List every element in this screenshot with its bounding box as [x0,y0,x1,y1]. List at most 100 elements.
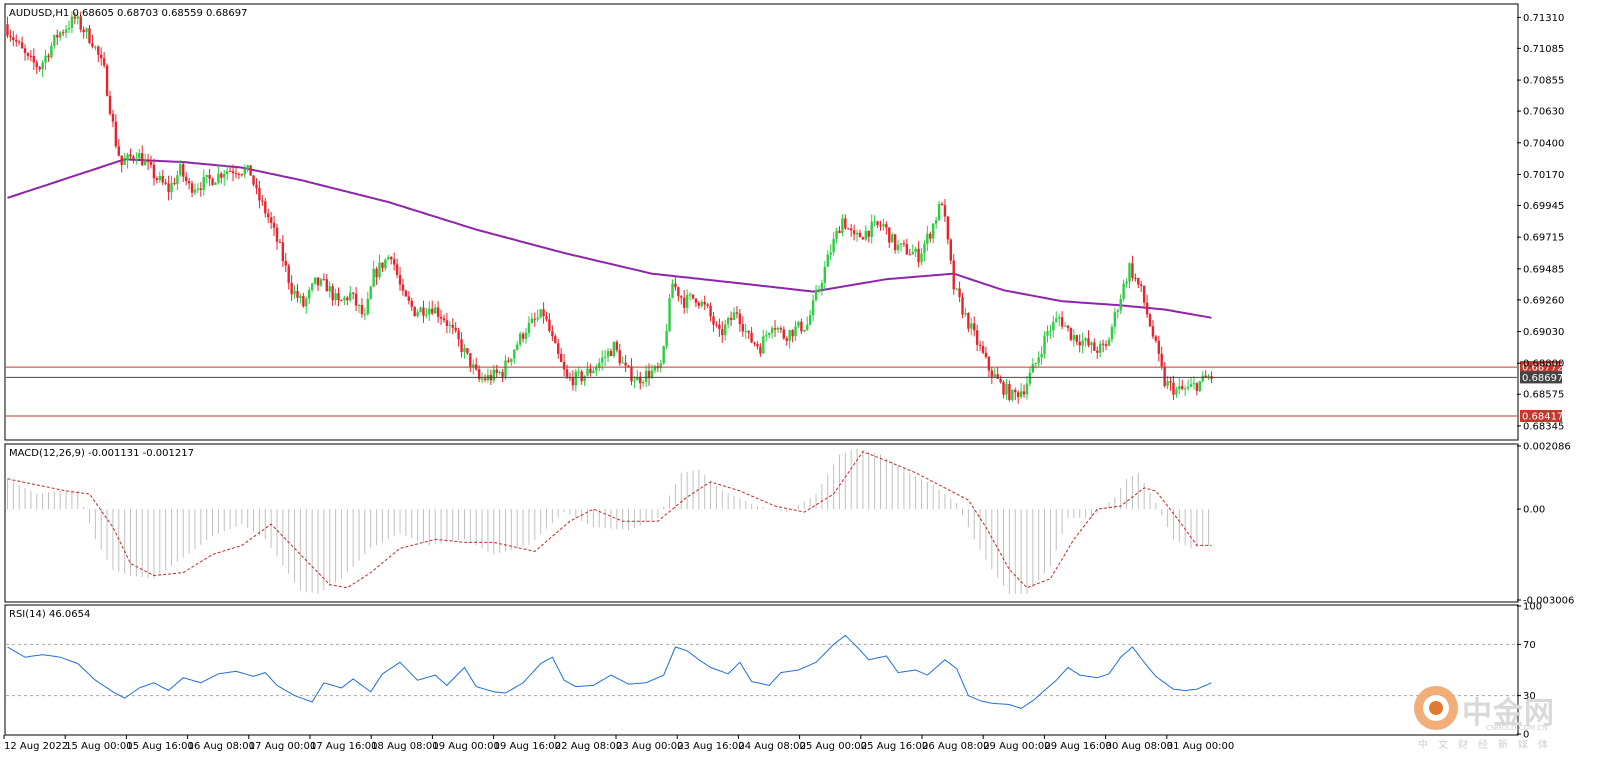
candle-body [1087,338,1090,346]
candle-body [164,182,167,184]
candle-body [143,160,147,166]
candle-body [67,27,71,30]
time-tick-label: 12 Aug 2022 [4,741,68,752]
candle-body [510,358,513,362]
candle-body [600,357,604,363]
candle-body [668,298,671,332]
candle-body [53,34,56,46]
candle-body [1037,357,1040,363]
candle-body [747,330,750,333]
candle-body [1096,350,1099,353]
candle-body [688,294,692,296]
candle-body [316,277,320,286]
time-tick-label: 17 Aug 00:00 [249,741,316,752]
candle-body [328,286,331,292]
candle-body [483,378,487,380]
candle-body [1063,325,1067,327]
time-tick-label: 16 Aug 08:00 [188,741,255,752]
candle-body [1151,326,1155,337]
candle-body [554,336,557,344]
candle-body [404,290,408,297]
candle-body [146,160,150,162]
candle-body [463,348,466,353]
candle-body [287,265,290,283]
watermark-subtitle: 中文财经新媒体 [1418,740,1558,751]
candle-body [709,305,712,317]
candle-body [114,121,118,147]
candle-body [349,292,352,301]
candle-body [366,298,370,315]
candle-body [272,222,276,228]
candle-body [480,378,484,380]
candle-body [357,305,361,307]
candle-body [882,224,885,227]
candle-body [1142,285,1146,303]
candle-body [1134,277,1137,279]
watermark-site: CNGOLD.COM.CN [1486,724,1548,732]
candle-body [205,175,208,178]
candle-body [1198,381,1202,391]
candle-body [413,306,416,317]
candle-body [1093,342,1096,351]
candle-body [1011,390,1014,400]
candle-body [1122,283,1125,299]
time-tick-label: 30 Aug 08:00 [1106,741,1173,752]
candle-body [375,268,378,278]
candle-body [680,296,683,298]
candle-body [428,308,431,315]
chart-canvas: 0.687720.686970.68417 0.713100.710850.70… [3,3,1574,752]
candle-body [9,35,12,38]
candle-body [835,230,838,240]
price-tick-label: 0.70630 [1523,107,1564,118]
candle-body [1072,335,1076,340]
candle-body [513,349,516,359]
candle-body [990,370,994,377]
candle-body [759,346,762,354]
candle-body [381,262,384,269]
macd-tick-label: 0.00 [1523,505,1545,516]
candle-body [873,221,876,223]
candle-body [776,327,780,330]
candle-body [132,156,135,159]
candle-body [61,32,65,34]
candle-body [141,153,144,166]
candle-body [20,42,24,49]
candle-body [1031,364,1035,373]
candle-body [225,171,229,174]
candle-body [436,307,440,317]
candle-body [908,254,911,256]
candle-body [346,297,349,301]
candle-body [111,113,115,122]
candle-body [817,289,821,291]
candle-body [501,371,504,377]
candle-body [387,256,390,260]
candle-body [615,341,619,351]
candle-body [934,220,938,224]
candle-body [243,169,246,175]
candle-body [624,362,627,366]
candle-body [762,336,765,354]
candle-body [691,294,695,299]
candle-body [1119,298,1122,311]
candle-body [275,227,279,242]
candle-body [258,187,261,201]
candle-body [1052,321,1055,331]
candle-body [1057,317,1061,319]
candle-body [524,332,528,339]
candle-body [278,241,282,243]
candle-body [442,318,446,321]
price-tick-label: 0.71310 [1523,13,1564,24]
candle-body [1140,284,1143,286]
candle-body [647,370,651,378]
candle-body [507,360,510,362]
candle-body [460,339,463,353]
candle-body [536,317,539,320]
candle-body [15,40,18,42]
candle-body [431,308,434,314]
time-tick-label: 31 Aug 00:00 [1167,741,1234,752]
candle-body [1040,354,1043,358]
candle-body [214,182,217,185]
candle-body [832,239,835,253]
candle-body [1145,302,1149,315]
candle-body [562,361,566,370]
